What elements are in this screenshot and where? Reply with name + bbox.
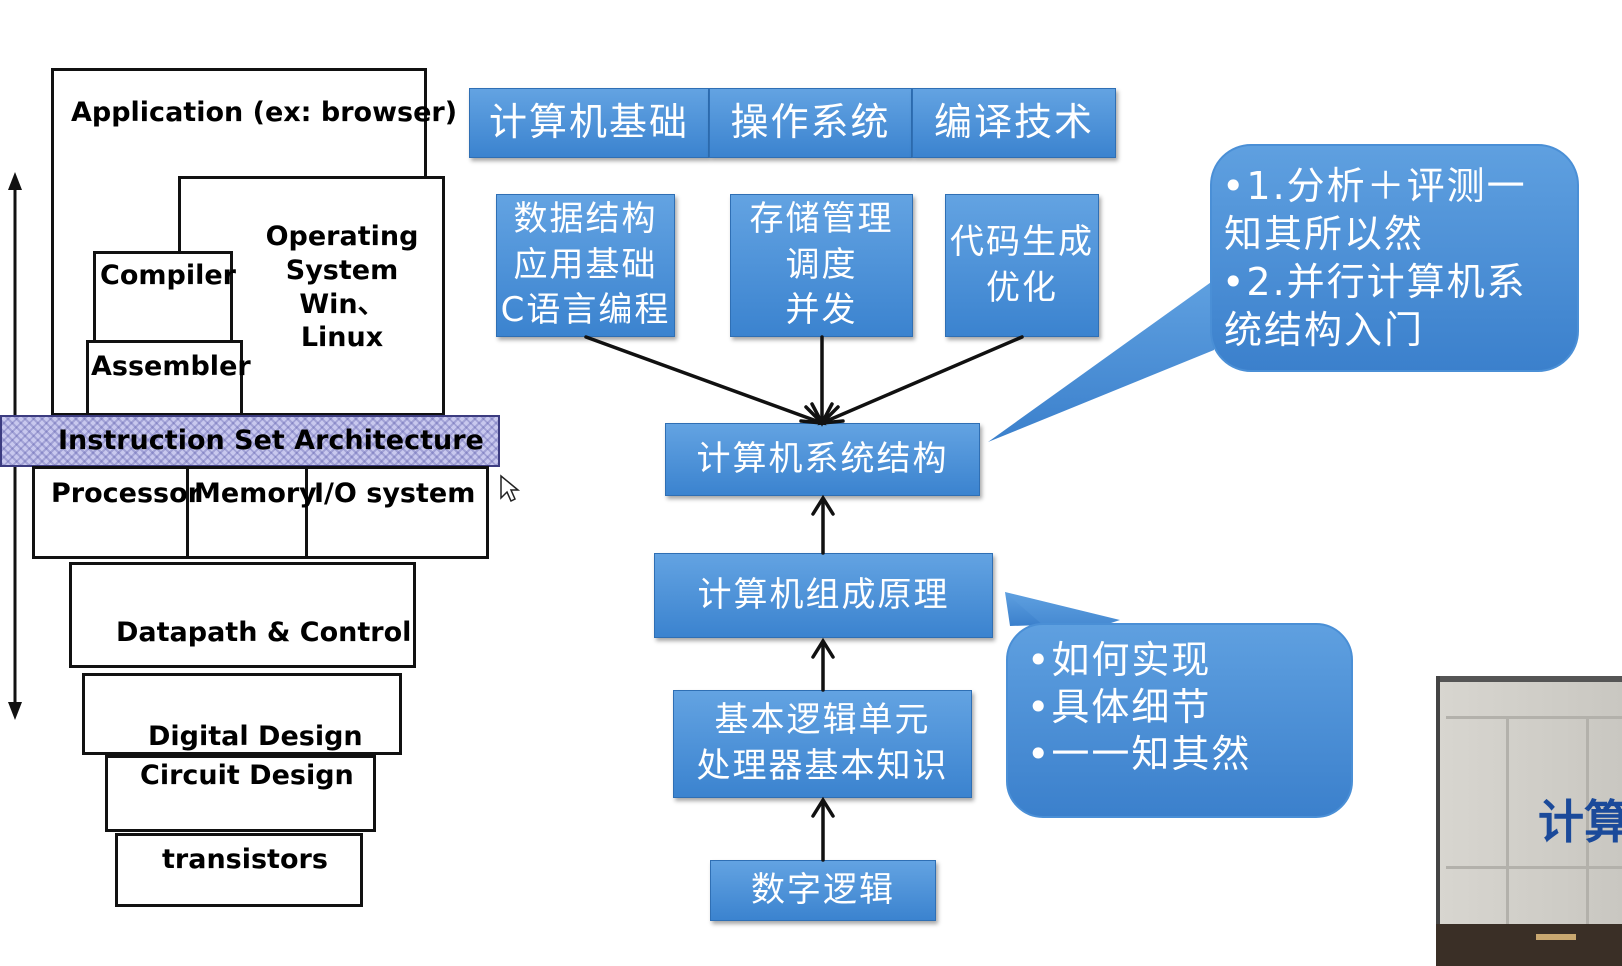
callout-bottom-line-2: •具体细节: [1027, 685, 1212, 729]
callout-top-shape: [988, 144, 1579, 818]
thumbnail-partial-title: 计算: [1538, 795, 1622, 849]
callout-bottom-line-1: •如何实现: [1027, 638, 1212, 682]
callout-bottom-line-3: •一一知其然: [1027, 732, 1252, 776]
callout-top-line-4: 统结构入门: [1224, 308, 1425, 352]
video-thumbnail: 计算: [1436, 676, 1622, 966]
callout-top-line-2: 知其所以然: [1224, 212, 1425, 256]
callout-top-line-3: •2.并行计算机系: [1222, 260, 1527, 304]
callout-top-line-1: •1.分析＋评测一: [1222, 164, 1527, 208]
